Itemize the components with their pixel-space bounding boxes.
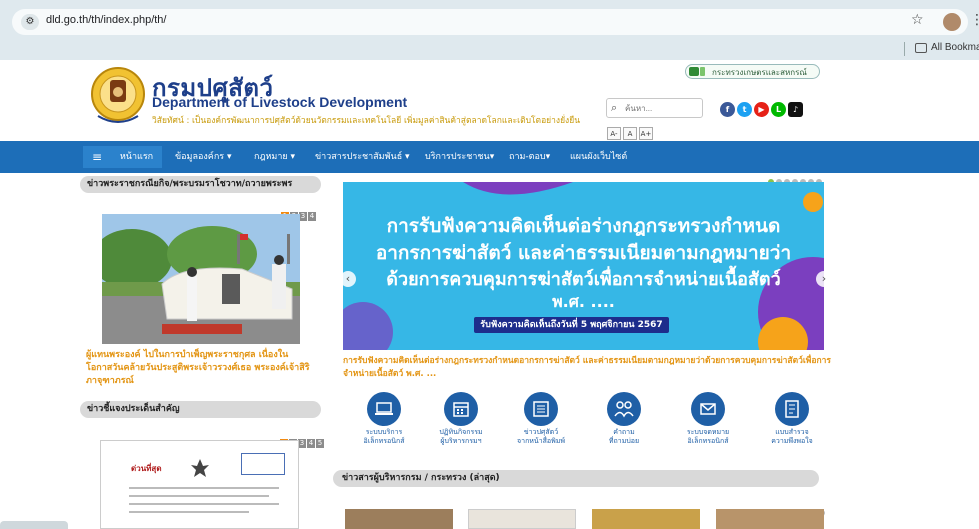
royal-news-heading: ข่าวพระราชกรณียกิจ/พระบรมราโชวาท/ถวายพระ… — [80, 176, 321, 193]
document-stamp — [241, 453, 285, 475]
page-3-button[interactable]: 3 — [298, 439, 306, 448]
banner-prev-arrow-icon[interactable]: ‹ — [340, 271, 356, 287]
royal-news-caption[interactable]: ผู้แทนพระองค์ ไปในการบำเพ็ญพระราชกุศล เน… — [86, 349, 312, 388]
service-label: ระบบบริการ — [365, 428, 403, 436]
service-label: ระบบจดหมาย — [686, 428, 730, 436]
more-menu-icon[interactable]: ⋮ — [970, 12, 979, 28]
search-box[interactable]: ⌕ — [606, 98, 703, 118]
social-links: f t ▶ L ♪ — [720, 97, 805, 117]
nav-item-services[interactable]: บริการประชาชน▾ — [425, 146, 494, 168]
nav-item-faq[interactable]: ถาม-ตอบ▾ — [509, 146, 550, 168]
people-icon — [614, 401, 634, 418]
newspaper-icon — [533, 401, 549, 417]
ministry-label: กระทรวงเกษตรและสหกรณ์ — [712, 68, 807, 77]
document-line — [129, 511, 249, 513]
garuda-emblem-icon — [191, 459, 209, 477]
service-label: จากหน้าสื่อพิมพ์ — [517, 437, 565, 445]
font-decrease-button[interactable]: A- — [607, 127, 621, 140]
service-faq[interactable]: คำถาม ที่ถามบ่อย — [589, 392, 659, 446]
tiktok-icon[interactable]: ♪ — [788, 102, 803, 117]
service-e-service[interactable]: ระบบบริการ อิเล็กทรอนิกส์ — [349, 392, 419, 446]
nav-item-news[interactable]: ข่าวสารประชาสัมพันธ์ ▾ — [315, 146, 410, 168]
exec-news-heading: ข่าวสารผู้บริหารกรม / กระทรวง (ล่าสุด) — [333, 470, 819, 487]
service-survey[interactable]: แบบสำรวจ ความพึงพอใจ — [757, 392, 827, 446]
youtube-icon[interactable]: ▶ — [754, 102, 769, 117]
twitter-icon[interactable]: t — [737, 102, 752, 117]
bookmarks-bar: All Bookmarks — [0, 38, 979, 60]
bookmarks-divider — [904, 42, 905, 56]
ministry-logo-icon — [689, 67, 699, 76]
banner-line-1: การรับฟังความคิดเห็นต่อร่างกฎกระทรวงกำหน… — [386, 215, 781, 237]
site-title-english: Department of Livestock Development — [152, 94, 408, 110]
service-label: ผู้บริหารกรมฯ — [440, 437, 482, 445]
nav-item-law[interactable]: กฎหมาย ▾ — [254, 146, 295, 168]
document-urgent-label: ด่วนที่สุด — [131, 464, 162, 473]
banner-line-3: ด้วยการควบคุมการฆ่าสัตว์เพื่อการจำหน่ายเ… — [386, 269, 781, 290]
banner-deadline: รับฟังความคิดเห็นถึงวันที่ 5 พฤศจิกายน 2… — [474, 317, 669, 333]
mail-icon — [700, 403, 716, 415]
service-label: แบบสำรวจ — [775, 428, 809, 436]
service-label: ที่ถามบ่อย — [608, 437, 640, 445]
page-5-button[interactable]: 5 — [316, 439, 324, 448]
page-4-button[interactable]: 4 — [308, 212, 316, 221]
banner-next-arrow-icon[interactable]: › — [816, 271, 832, 287]
exec-news-thumbnail[interactable] — [716, 509, 824, 529]
font-normal-button[interactable]: A — [623, 127, 637, 140]
profile-avatar[interactable] — [943, 13, 961, 31]
laptop-icon — [375, 402, 393, 415]
chat-widget-tab[interactable] — [0, 521, 68, 529]
facebook-icon[interactable]: f — [720, 102, 735, 117]
site-info-icon[interactable]: ⚙ — [21, 14, 39, 30]
banner-line-4: พ.ศ. .... — [552, 292, 615, 311]
calendar-icon — [453, 402, 469, 417]
vision-text: วิสัยทัศน์ : เป็นองค์กรพัฒนาการปศุสัตว์ด… — [152, 116, 581, 126]
nav-item-sitemap[interactable]: แผนผังเว็บไซต์ — [570, 146, 627, 168]
service-label: ปฏิทินกิจกรรม — [439, 428, 483, 436]
service-calendar[interactable]: ปฏิทินกิจกรรม ผู้บริหารกรมฯ — [426, 392, 496, 446]
font-size-controls: A- A A+ — [607, 121, 655, 140]
document-line — [129, 487, 279, 489]
all-bookmarks-link[interactable]: All Bookmarks — [931, 42, 979, 53]
search-input[interactable] — [625, 102, 699, 115]
main-nav: ≡ หน้าแรก ข้อมูลองค์กร ▾ กฎหมาย ▾ ข่าวสา… — [0, 141, 979, 173]
banner-caption[interactable]: การรับฟังความคิดเห็นต่อร่างกฎกระทรวงกำหน… — [343, 355, 833, 381]
url-text[interactable]: dld.go.th/th/index.php/th/ — [46, 14, 166, 26]
exec-news-thumbnail[interactable] — [468, 509, 576, 529]
service-label: อิเล็กทรอนิกส์ — [363, 437, 405, 445]
font-increase-button[interactable]: A+ — [639, 127, 653, 140]
address-bar[interactable]: ⚙ dld.go.th/th/index.php/th/ ☆ ⋮ — [12, 9, 979, 35]
search-icon[interactable]: ⌕ — [611, 101, 617, 115]
service-press-news[interactable]: ข่าวปศุสัตว์ จากหน้าสื่อพิมพ์ — [506, 392, 576, 446]
page-3-button[interactable]: 3 — [299, 212, 307, 221]
ministry-logo-accent — [700, 67, 705, 76]
folder-icon[interactable] — [915, 43, 927, 53]
hero-banner[interactable]: การรับฟังความคิดเห็นต่อร่างกฎกระทรวงกำหน… — [343, 182, 824, 350]
service-label: อิเล็กทรอนิกส์ — [687, 437, 729, 445]
announcements-heading: ข่าวชี้แจงประเด็นสำคัญ — [80, 401, 321, 418]
nav-item-home[interactable]: หน้าแรก — [111, 146, 162, 168]
service-label: ความพึงพอใจ — [771, 437, 813, 445]
survey-icon — [785, 400, 799, 418]
nav-item-organization[interactable]: ข้อมูลองค์กร ▾ — [175, 146, 232, 168]
announcement-document-preview[interactable]: ด่วนที่สุด — [100, 440, 299, 529]
hamburger-menu-icon[interactable]: ≡ — [83, 146, 111, 168]
document-line — [129, 495, 269, 497]
royal-news-photo[interactable] — [102, 214, 300, 344]
dld-logo[interactable] — [90, 66, 146, 132]
bookmark-star-icon[interactable]: ☆ — [911, 12, 924, 28]
service-label: คำถาม — [613, 428, 635, 436]
exec-news-thumbnail[interactable] — [592, 509, 700, 529]
page-4-button[interactable]: 4 — [307, 439, 315, 448]
line-icon[interactable]: L — [771, 102, 786, 117]
ministry-link[interactable]: กระทรวงเกษตรและสหกรณ์ — [685, 64, 820, 79]
document-line — [129, 503, 279, 505]
browser-chrome: ⚙ dld.go.th/th/index.php/th/ ☆ ⋮ All Boo… — [0, 0, 979, 60]
service-label: ข่าวปศุสัตว์ — [523, 428, 559, 436]
exec-news-thumbnail[interactable] — [345, 509, 453, 529]
service-e-mail[interactable]: ระบบจดหมาย อิเล็กทรอนิกส์ — [673, 392, 743, 446]
